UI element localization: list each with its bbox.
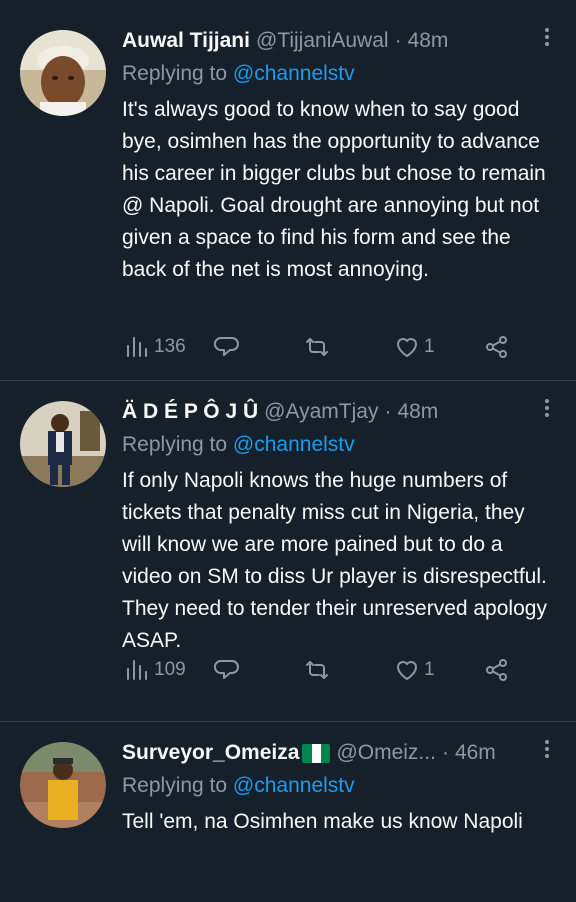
- more-vertical-icon[interactable]: [534, 734, 560, 764]
- retweet-button[interactable]: [304, 332, 330, 362]
- share-icon: [486, 659, 507, 681]
- display-name[interactable]: Surveyor_Omeiza: [122, 741, 299, 765]
- heart-icon: [397, 338, 417, 357]
- like-button[interactable]: 1: [394, 655, 435, 685]
- like-count: 1: [424, 336, 435, 357]
- speech-bubble-icon: [214, 660, 239, 679]
- replying-to-label: Replying to: [122, 774, 228, 797]
- tweet[interactable]: Ä D É P Ô J Û @AyamTjay · 48m Replying t…: [0, 381, 576, 722]
- avatar[interactable]: [20, 742, 106, 828]
- replying-to-label: Replying to: [122, 62, 228, 85]
- speech-bubble-icon: [214, 337, 239, 356]
- heart-icon: [397, 661, 417, 680]
- mention-link[interactable]: @channelstv: [233, 774, 355, 797]
- views-button[interactable]: 109: [124, 655, 186, 685]
- avatar[interactable]: [20, 401, 106, 487]
- action-bar: 136 1: [122, 332, 522, 362]
- separator-dot: ·: [384, 400, 392, 423]
- retweet-button[interactable]: [304, 655, 330, 685]
- views-button[interactable]: 136: [124, 332, 186, 362]
- nigeria-flag-icon: [302, 743, 331, 763]
- reply-context: Replying to @channelstv: [122, 431, 558, 459]
- tweet[interactable]: Auwal Tijjani @TijjaniAuwal · 48m Replyi…: [0, 0, 576, 381]
- tweet-header: Surveyor_Omeiza @Omeiz... · 46m: [122, 738, 558, 768]
- tweet-header: Auwal Tijjani @TijjaniAuwal · 48m: [122, 26, 558, 56]
- timestamp[interactable]: 48m: [397, 400, 438, 424]
- replying-to-label: Replying to: [122, 433, 228, 456]
- tweet-header: Ä D É P Ô J Û @AyamTjay · 48m: [122, 397, 558, 427]
- separator-dot: ·: [394, 29, 402, 52]
- mention-link[interactable]: @channelstv: [233, 62, 355, 85]
- timestamp[interactable]: 48m: [408, 29, 449, 53]
- avatar[interactable]: [20, 30, 106, 116]
- more-vertical-icon[interactable]: [534, 393, 560, 423]
- reply-button[interactable]: [214, 332, 240, 362]
- share-icon: [486, 336, 507, 358]
- tweet[interactable]: Surveyor_Omeiza @Omeiz... · 46m Replying…: [0, 722, 576, 902]
- display-name[interactable]: Auwal Tijjani: [122, 29, 250, 53]
- reply-context: Replying to @channelstv: [122, 772, 558, 800]
- user-handle[interactable]: @AyamTjay: [264, 400, 378, 424]
- tweet-text: If only Napoli knows the huge numbers of…: [122, 469, 547, 652]
- timestamp[interactable]: 46m: [455, 741, 496, 765]
- views-count: 109: [154, 659, 186, 680]
- user-handle[interactable]: @TijjaniAuwal: [256, 29, 389, 53]
- bar-chart-icon: [127, 660, 147, 680]
- mention-link[interactable]: @channelstv: [233, 433, 355, 456]
- action-bar: 109 1: [122, 655, 522, 685]
- share-button[interactable]: [484, 332, 510, 362]
- like-button[interactable]: 1: [394, 332, 435, 362]
- bar-chart-icon: [127, 337, 147, 357]
- views-count: 136: [154, 336, 186, 357]
- user-handle[interactable]: @Omeiz...: [336, 741, 436, 765]
- reply-context: Replying to @channelstv: [122, 60, 558, 88]
- display-name[interactable]: Ä D É P Ô J Û: [122, 400, 258, 424]
- share-button[interactable]: [484, 655, 510, 685]
- retweet-icon: [306, 661, 328, 679]
- tweet-text: Tell 'em, na Osimhen make us know Napoli: [122, 810, 523, 833]
- reply-button[interactable]: [214, 655, 240, 685]
- retweet-icon: [306, 338, 328, 356]
- tweet-text: It's always good to know when to say goo…: [122, 98, 546, 281]
- like-count: 1: [424, 659, 435, 680]
- separator-dot: ·: [441, 741, 449, 764]
- more-vertical-icon[interactable]: [534, 22, 560, 52]
